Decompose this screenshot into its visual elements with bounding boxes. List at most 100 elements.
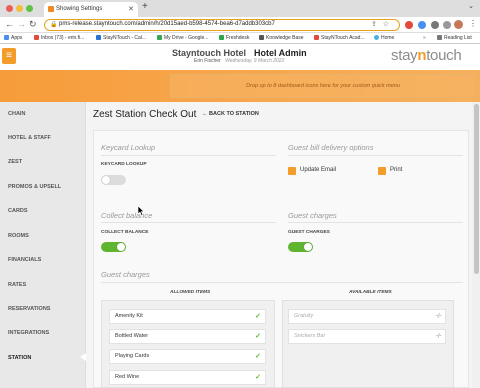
browser-tab-bar: Showing Settings ✕ + ⌄: [0, 0, 480, 17]
extension-icon[interactable]: [418, 21, 426, 29]
bookmark-label: My Drive - Google...: [164, 35, 209, 41]
new-tab-button[interactable]: +: [142, 1, 148, 12]
available-items-header: AVAILABLE ITEMS: [349, 290, 392, 295]
forward-arrow-icon[interactable]: →: [17, 19, 26, 29]
apps-grid-icon: [4, 35, 9, 40]
user-name: Erin Fischer: [194, 58, 221, 64]
bookmark-freshdesk[interactable]: Freshdesk: [219, 34, 249, 43]
bookmark-label: Home: [381, 35, 395, 41]
browser-tab[interactable]: Showing Settings ✕: [44, 2, 138, 17]
sidebar-item-chain[interactable]: CHAIN: [8, 111, 25, 117]
gmail-icon: [34, 35, 39, 40]
extension-icon[interactable]: [405, 21, 413, 29]
bookmark-staynt-cal[interactable]: StayNTouch - Cal...: [96, 34, 146, 43]
bookmark-label: Apps: [11, 35, 23, 41]
profile-avatar[interactable]: [454, 20, 463, 29]
print-checkbox[interactable]: [378, 167, 386, 175]
logo-part: touch: [426, 47, 462, 64]
browser-menu-icon[interactable]: ⋮: [469, 19, 477, 28]
back-arrow-icon[interactable]: ←: [5, 19, 14, 29]
divider: [101, 155, 276, 156]
sidebar-item-rates[interactable]: RATES: [8, 282, 26, 288]
allowed-items-header: ALLOWED ITEMS: [170, 290, 211, 295]
menu-hamburger-button[interactable]: ≡: [2, 48, 16, 64]
extensions-puzzle-icon[interactable]: [431, 21, 439, 29]
allowed-item[interactable]: Bottled Water ✓: [109, 329, 266, 344]
collect-balance-label: COLLECT BALANCE: [101, 230, 149, 235]
bookmark-apps[interactable]: Apps: [4, 34, 22, 43]
mouse-cursor-icon: [138, 206, 145, 216]
calendar-icon: [96, 35, 101, 40]
sidebar-item-financials[interactable]: FINANCIALS: [8, 257, 41, 263]
bookmark-home[interactable]: Home: [374, 34, 394, 43]
bookmark-star-icon[interactable]: ☆: [383, 20, 389, 29]
divider: [288, 222, 463, 223]
sidebar-item-integrations[interactable]: INTEGRATIONS: [8, 330, 49, 336]
hotel-name[interactable]: Stayntouch Hotel: [172, 48, 246, 58]
drive-icon: [157, 35, 162, 40]
bookmarks-bar: Apps Inbox (73) - erin.fi... StayNTouch …: [0, 33, 480, 44]
sidebar-item-zest[interactable]: ZEST: [8, 159, 22, 165]
staynt-logo: stayntouch: [391, 47, 462, 64]
guest-charges-toggle[interactable]: [288, 242, 313, 252]
reload-icon[interactable]: ↻: [29, 19, 37, 30]
minimize-window-button[interactable]: [16, 5, 23, 12]
bookmark-label: StayNTouch Acad...: [321, 35, 365, 41]
item-label: Gratuity: [294, 313, 314, 319]
update-email-label: Update Email: [300, 167, 337, 173]
guest-charges-label: GUEST CHARGES: [288, 230, 330, 235]
back-arrow-icon: ←: [202, 111, 208, 117]
item-label: Bottled Water: [115, 333, 149, 339]
scrollbar-thumb[interactable]: [474, 104, 479, 274]
check-icon: ✓: [255, 353, 261, 360]
item-label: Red Wine: [115, 374, 140, 380]
check-icon: ✓: [255, 374, 261, 381]
check-icon: ✓: [255, 313, 261, 320]
keycard-lookup-toggle[interactable]: [101, 175, 126, 185]
sidebar-item-hotel-staff[interactable]: HOTEL & STAFF: [8, 135, 51, 141]
back-to-station-link[interactable]: ← BACK TO STATION: [202, 111, 259, 117]
tab-search-icon[interactable]: ⌄: [468, 2, 474, 10]
user-info: Erin Fischer Wednesday, 9 March 2022: [194, 58, 284, 64]
freshdesk-icon: [219, 35, 224, 40]
url-input[interactable]: 🔒 pms-release.stayntouch.com/admin/h/20d…: [44, 19, 400, 31]
sidebar-item-station[interactable]: STATION: [8, 355, 31, 361]
bookmark-label: Reading List: [444, 35, 472, 41]
share-icon[interactable]: ⇪: [371, 20, 377, 29]
sidebar-item-promos-upsell[interactable]: PROMOS & UPSELL: [8, 184, 61, 190]
item-label: Snickers Bar: [294, 333, 326, 339]
bookmark-my-drive[interactable]: My Drive - Google...: [157, 34, 208, 43]
bookmarks-overflow-icon[interactable]: »: [423, 34, 426, 43]
available-item[interactable]: Snickers Bar ✛: [288, 329, 446, 344]
update-email-checkbox[interactable]: [288, 167, 296, 175]
allowed-item[interactable]: Playing Cards ✓: [109, 349, 266, 364]
allowed-item[interactable]: Red Wine ✓: [109, 370, 266, 385]
bookmark-inbox[interactable]: Inbox (73) - erin.fi...: [34, 34, 84, 43]
sidebar-item-rooms[interactable]: ROOMS: [8, 233, 29, 239]
bookmark-staynt-acad[interactable]: StayNTouch Acad...: [314, 34, 365, 43]
add-icon: ✛: [435, 313, 441, 320]
sidebar-item-cards[interactable]: CARDS: [8, 208, 28, 214]
media-icon[interactable]: [443, 21, 451, 29]
divider: [288, 155, 463, 156]
toggle-knob: [102, 176, 110, 184]
keycard-lookup-label: KEYCARD LOOKUP: [101, 162, 147, 167]
sidebar-item-reservations[interactable]: RESERVATIONS: [8, 306, 50, 312]
bookmark-knowledge-base[interactable]: Knowledge Base: [259, 34, 304, 43]
item-label: Amenity Kit: [115, 313, 143, 319]
close-tab-icon[interactable]: ✕: [128, 2, 134, 17]
sidebar: [0, 102, 86, 388]
print-label: Print: [390, 167, 403, 173]
collect-balance-toggle[interactable]: [101, 242, 126, 252]
maximize-window-button[interactable]: [26, 5, 33, 12]
close-window-button[interactable]: [6, 5, 13, 12]
tab-title: Showing Settings: [56, 6, 103, 12]
available-item[interactable]: Gratuity ✛: [288, 309, 446, 324]
allowed-item[interactable]: Amenity Kit ✓: [109, 309, 266, 324]
reading-list[interactable]: Reading List: [437, 34, 472, 43]
browser-toolbar: ← → ↻ 🔒 pms-release.stayntouch.com/admin…: [0, 17, 480, 33]
bookmark-label: Knowledge Base: [266, 35, 304, 41]
bookmark-label: Inbox (73) - erin.fi...: [41, 35, 85, 41]
quick-menu-dropzone[interactable]: Drop up to 8 dashboard icons here for yo…: [170, 74, 476, 98]
charges-section-title: Guest charges: [288, 211, 337, 220]
